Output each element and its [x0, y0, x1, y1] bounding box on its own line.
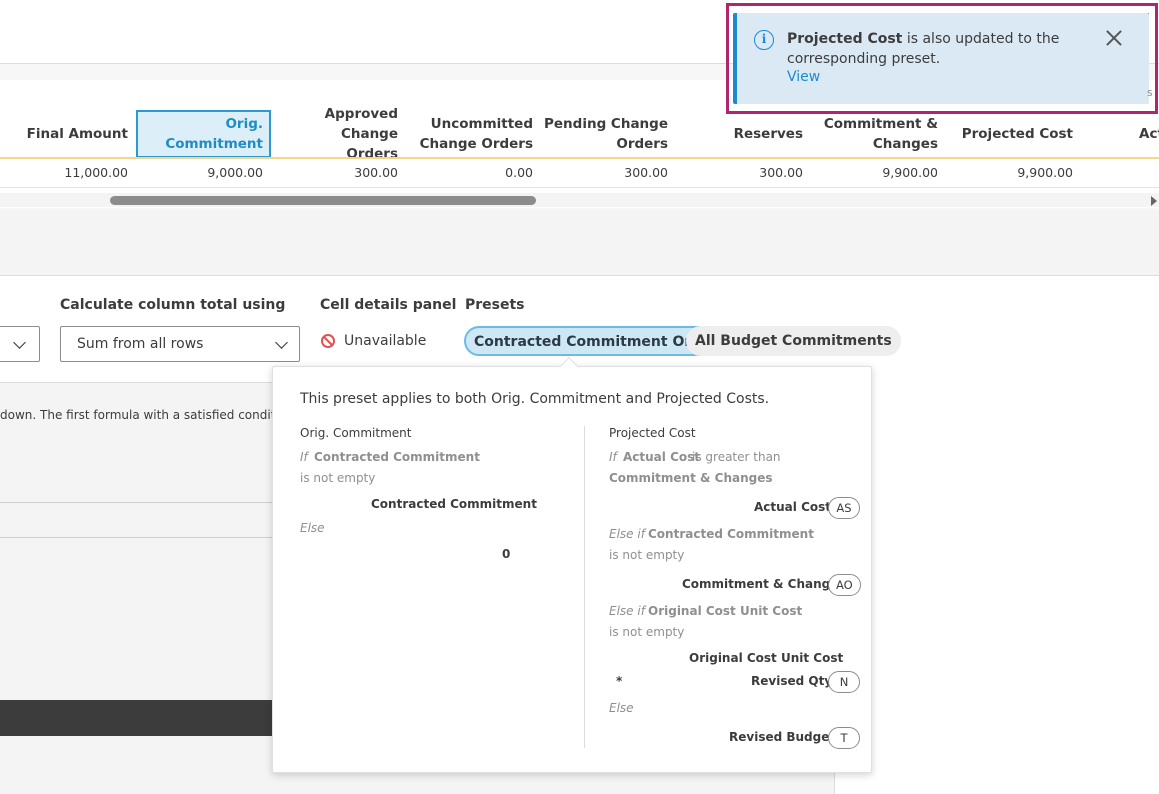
if-keyword: If — [609, 450, 617, 464]
if-keyword: If — [300, 450, 308, 464]
preset-contracted-commitment-only[interactable]: Contracted Commitment Only — [464, 326, 719, 356]
col-label: Final Amount — [26, 126, 128, 142]
condition-field: Actual Cost — [623, 450, 700, 464]
condition-operator: is not empty — [300, 471, 376, 485]
presets-label: Presets — [465, 297, 525, 313]
result-field: Revised Qty — [751, 674, 833, 688]
else-value: 0 — [502, 547, 511, 561]
result-field: Actual Cost — [754, 500, 831, 514]
highlight-frame — [726, 3, 1158, 114]
col-pending-change-orders[interactable]: Pending Change Orders — [537, 110, 672, 158]
column-badge: N — [828, 671, 860, 693]
condition-field: Contracted Commitment — [648, 527, 814, 541]
condition-target: Commitment & Changes — [609, 471, 773, 485]
elseif-keyword: Else if — [609, 527, 645, 541]
scrollbar-thumb[interactable] — [110, 196, 536, 205]
result-field: Original Cost Unit Cost — [689, 651, 844, 665]
column-badge: AS — [828, 497, 860, 519]
condition-field: Original Cost Unit Cost — [648, 604, 803, 618]
condition-operator: is greater than — [692, 450, 781, 464]
cell-pending-change-orders[interactable]: 300.00 — [537, 160, 668, 186]
divider — [0, 502, 272, 503]
chevron-down-icon — [275, 336, 288, 349]
col-label: Pending Change Orders — [544, 116, 668, 152]
calc-total-value: Sum from all rows — [77, 336, 204, 352]
else-keyword: Else — [300, 521, 325, 535]
row-divider — [0, 187, 1159, 188]
col-reserves[interactable]: Reserves — [672, 110, 807, 158]
cell-details-value: Unavailable — [344, 333, 427, 349]
left-title: Orig. Commitment — [300, 426, 412, 440]
col-label: Approved Change Orders — [324, 106, 398, 162]
divider — [0, 537, 272, 538]
cell-approved-change-orders[interactable]: 300.00 — [272, 160, 398, 186]
section-separator — [0, 210, 1159, 276]
col-label: Projected Cost — [961, 126, 1073, 142]
multiply-operator: * — [616, 674, 623, 688]
col-uncommitted-change-orders[interactable]: Uncommitted Change Orders — [402, 110, 537, 158]
header-divider — [0, 157, 1159, 159]
result-field: Commitment & Changes — [682, 577, 846, 591]
cell-orig-commitment[interactable]: 9,000.00 — [136, 160, 263, 186]
preset-all-budget-commitments[interactable]: All Budget Commitments — [686, 326, 901, 356]
column-badge: AO — [828, 574, 861, 596]
result-field: Revised Budget — [729, 730, 836, 744]
condition-operator: is not empty — [609, 625, 685, 639]
cell-final-amount[interactable]: 11,000.00 — [0, 160, 128, 186]
col-label: Act — [1139, 126, 1159, 142]
col-approved-change-orders[interactable]: Approved Change Orders — [272, 106, 402, 162]
col-label: Reserves — [733, 126, 803, 142]
cell-projected-cost[interactable]: 9,900.00 — [942, 160, 1073, 186]
formula-hint-text: down. The first formula with a satisfied… — [0, 408, 272, 422]
scroll-right-arrow-icon[interactable] — [1151, 196, 1157, 206]
chevron-down-icon — [13, 336, 26, 349]
condition-field: Contracted Commitment — [314, 450, 480, 464]
col-final-amount[interactable]: Final Amount — [0, 110, 132, 158]
column-badge: T — [828, 727, 860, 749]
elseif-keyword: Else if — [609, 604, 645, 618]
col-orig-commitment[interactable]: Orig. Commitment — [136, 110, 271, 158]
col-label: Uncommitted Change Orders — [419, 116, 533, 152]
right-title: Projected Cost — [609, 426, 696, 440]
cell-uncommitted-change-orders[interactable]: 0.00 — [402, 160, 533, 186]
condition-operator: is not empty — [609, 548, 685, 562]
col-label: Orig. Commitment — [165, 116, 263, 152]
col-label: Commitment & Changes — [823, 116, 938, 152]
cell-reserves[interactable]: 300.00 — [672, 160, 803, 186]
col-actual-cost[interactable]: Act — [1077, 110, 1159, 158]
cell-commitment-changes[interactable]: 9,900.00 — [807, 160, 938, 186]
popover-column-divider — [584, 426, 585, 748]
previous-dropdown[interactable] — [0, 326, 40, 362]
else-keyword: Else — [609, 701, 634, 715]
calc-total-label: Calculate column total using — [60, 297, 286, 313]
dark-footer-bar — [0, 700, 272, 736]
col-commitment-changes[interactable]: Commitment & Changes — [807, 110, 942, 158]
calc-total-select[interactable]: Sum from all rows — [60, 326, 300, 362]
col-projected-cost[interactable]: Projected Cost — [942, 110, 1077, 158]
unavailable-icon — [321, 334, 335, 348]
result-field: Contracted Commitment — [371, 497, 537, 511]
popover-intro: This preset applies to both Orig. Commit… — [300, 391, 770, 407]
cell-details-label: Cell details panel — [320, 297, 457, 313]
